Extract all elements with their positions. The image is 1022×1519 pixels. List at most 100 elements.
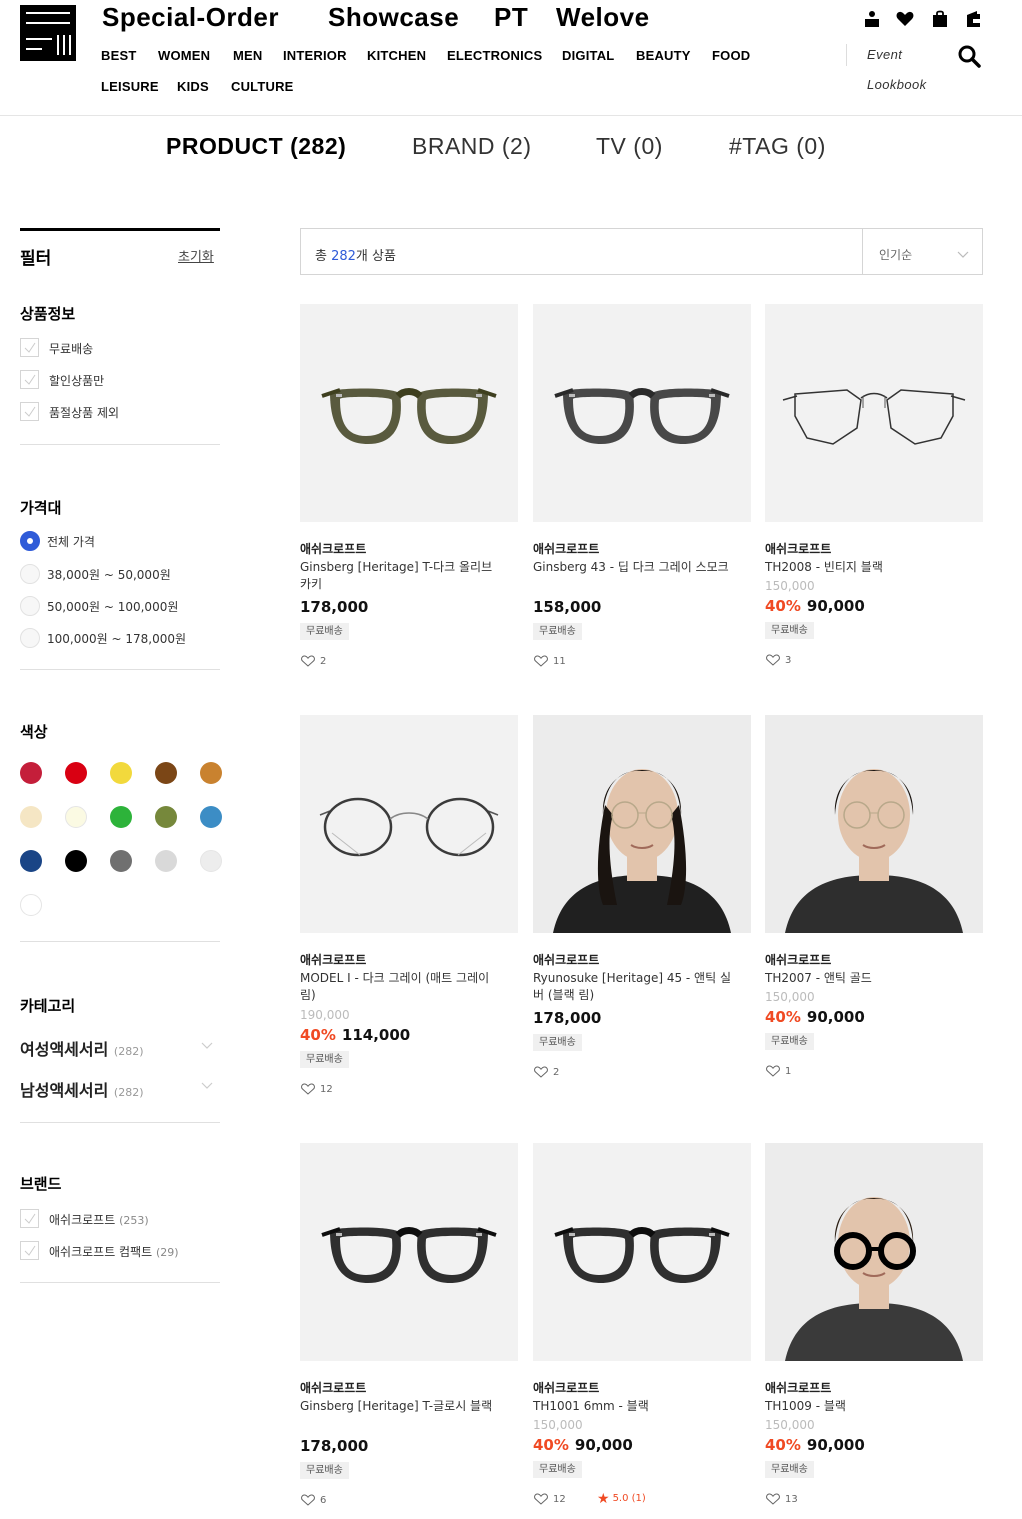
- product-image[interactable]: [533, 1143, 751, 1361]
- color-swatch[interactable]: [20, 762, 42, 784]
- wallet-icon[interactable]: [963, 9, 983, 29]
- top-link-showcase[interactable]: Showcase: [328, 2, 459, 33]
- like-button[interactable]: 2: [534, 1066, 559, 1078]
- tab-brand[interactable]: BRAND (2): [412, 133, 532, 160]
- product-image[interactable]: [300, 715, 518, 933]
- nav-food[interactable]: FOOD: [712, 48, 750, 63]
- color-swatch[interactable]: [20, 806, 42, 828]
- product-brand[interactable]: 애쉬크로프트: [300, 540, 366, 557]
- like-button[interactable]: 1: [766, 1065, 791, 1077]
- color-swatch[interactable]: [20, 894, 42, 916]
- color-swatch[interactable]: [155, 762, 177, 784]
- color-swatch[interactable]: [155, 850, 177, 872]
- color-swatch[interactable]: [65, 806, 87, 828]
- exclude-soldout-checkbox[interactable]: [20, 402, 39, 421]
- sort-select[interactable]: 인기순: [879, 246, 912, 263]
- price-all-radio[interactable]: [20, 531, 40, 551]
- like-count: 2: [553, 1067, 560, 1078]
- product-brand[interactable]: 애쉬크로프트: [765, 951, 831, 968]
- nav-digital[interactable]: DIGITAL: [562, 48, 614, 63]
- product-brand[interactable]: 애쉬크로프트: [533, 1379, 599, 1396]
- brand-ashcroft-checkbox[interactable]: [20, 1209, 39, 1228]
- like-button[interactable]: 3: [766, 654, 791, 666]
- product-brand[interactable]: 애쉬크로프트: [533, 540, 599, 557]
- nav-culture[interactable]: CULTURE: [231, 79, 294, 94]
- color-swatch[interactable]: [155, 806, 177, 828]
- product-image[interactable]: [300, 1143, 518, 1361]
- product-name[interactable]: Ginsberg [Heritage] T-글로시 블랙: [300, 1398, 505, 1415]
- tab-product[interactable]: PRODUCT (282): [166, 133, 346, 160]
- product-name[interactable]: TH1001 6mm - 블랙: [533, 1398, 738, 1415]
- product-image[interactable]: [765, 304, 983, 522]
- product-name[interactable]: TH2007 - 앤틱 골드: [765, 970, 970, 987]
- like-button[interactable]: 13: [766, 1493, 798, 1505]
- like-count: 6: [320, 1495, 327, 1506]
- product-name[interactable]: Ryunosuke [Heritage] 45 - 앤틱 실버 (블랙 림): [533, 970, 738, 1004]
- tab-tag[interactable]: #TAG (0): [729, 133, 826, 160]
- product-name[interactable]: TH2008 - 빈티지 블랙: [765, 559, 970, 576]
- like-button[interactable]: 12: [534, 1493, 566, 1505]
- like-button[interactable]: 2: [301, 655, 326, 667]
- product-image[interactable]: [300, 304, 518, 522]
- user-icon[interactable]: [862, 9, 882, 29]
- bag-icon[interactable]: [930, 9, 950, 29]
- nav-kitchen[interactable]: KITCHEN: [367, 48, 426, 63]
- color-swatch[interactable]: [200, 806, 222, 828]
- price-range-2-radio[interactable]: [20, 596, 40, 616]
- price-range-3-radio[interactable]: [20, 628, 40, 648]
- product-brand[interactable]: 애쉬크로프트: [765, 540, 831, 557]
- product-brand[interactable]: 애쉬크로프트: [765, 1379, 831, 1396]
- nav-electronics[interactable]: ELECTRONICS: [447, 48, 542, 63]
- free-shipping-checkbox[interactable]: [20, 338, 39, 357]
- product-image[interactable]: [765, 715, 983, 933]
- tab-tv[interactable]: TV (0): [596, 133, 663, 160]
- color-swatch[interactable]: [20, 850, 42, 872]
- top-link-welove[interactable]: Welove: [556, 2, 650, 33]
- nav-lookbook[interactable]: Lookbook: [867, 77, 927, 92]
- category-men-accessory[interactable]: 남성액세서리 (282): [20, 1077, 144, 1101]
- search-icon[interactable]: [957, 44, 981, 68]
- product-brand[interactable]: 애쉬크로프트: [533, 951, 599, 968]
- product-name[interactable]: Ginsberg 43 - 딥 다크 그레이 스모크: [533, 559, 738, 576]
- product-image[interactable]: [765, 1143, 983, 1361]
- color-swatch[interactable]: [200, 762, 222, 784]
- product-brand[interactable]: 애쉬크로프트: [300, 951, 366, 968]
- price-range-1-radio[interactable]: [20, 564, 40, 584]
- nav-interior[interactable]: INTERIOR: [283, 48, 347, 63]
- color-swatch[interactable]: [110, 762, 132, 784]
- like-button[interactable]: 12: [301, 1083, 333, 1095]
- like-button[interactable]: 11: [534, 655, 566, 667]
- filter-reset-link[interactable]: 초기화: [178, 246, 214, 265]
- chevron-down-icon[interactable]: [957, 251, 969, 259]
- color-swatch[interactable]: [110, 850, 132, 872]
- nav-men[interactable]: MEN: [233, 48, 263, 63]
- product-name[interactable]: Ginsberg [Heritage] T-다크 올리브 카키: [300, 559, 505, 593]
- nav-kids[interactable]: KIDS: [177, 79, 209, 94]
- nav-best[interactable]: BEST: [101, 48, 136, 63]
- top-link-special-order[interactable]: Special-Order: [102, 2, 279, 33]
- product-brand[interactable]: 애쉬크로프트: [300, 1379, 366, 1396]
- discount-only-checkbox[interactable]: [20, 370, 39, 389]
- color-swatch[interactable]: [200, 850, 222, 872]
- site-logo[interactable]: [20, 5, 76, 61]
- chevron-down-icon[interactable]: [201, 1042, 213, 1050]
- free-shipping-badge: 무료배송: [300, 623, 349, 640]
- product-price-row: 178,000: [533, 1008, 601, 1027]
- brand-ashcroft-compact-checkbox[interactable]: [20, 1241, 39, 1260]
- chevron-down-icon[interactable]: [201, 1082, 213, 1090]
- product-name[interactable]: MODEL I - 다크 그레이 (매트 그레이 림): [300, 970, 505, 1004]
- nav-event[interactable]: Event: [867, 47, 902, 62]
- like-button[interactable]: 6: [301, 1494, 326, 1506]
- nav-women[interactable]: WOMEN: [158, 48, 210, 63]
- product-image[interactable]: [533, 304, 751, 522]
- heart-icon[interactable]: [895, 9, 915, 29]
- product-name[interactable]: TH1009 - 블랙: [765, 1398, 970, 1415]
- color-swatch[interactable]: [65, 762, 87, 784]
- category-women-accessory[interactable]: 여성액세서리 (282): [20, 1036, 144, 1060]
- color-swatch[interactable]: [110, 806, 132, 828]
- top-link-pt[interactable]: PT: [494, 2, 528, 33]
- product-image[interactable]: [533, 715, 751, 933]
- nav-beauty[interactable]: BEAUTY: [636, 48, 691, 63]
- color-swatch[interactable]: [65, 850, 87, 872]
- nav-leisure[interactable]: LEISURE: [101, 79, 159, 94]
